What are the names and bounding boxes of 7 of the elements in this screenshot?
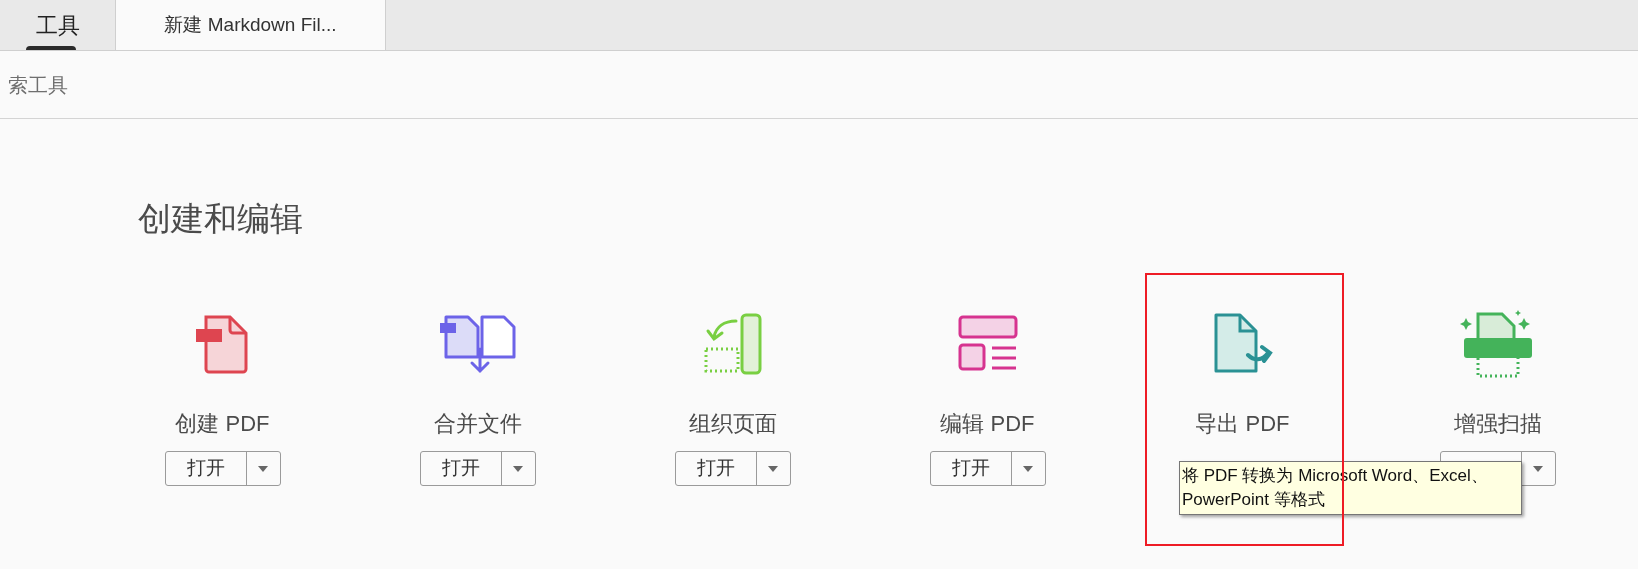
section-title: 创建和编辑 — [138, 199, 304, 239]
tool-label: 增强扫描 — [1453, 410, 1542, 438]
tool-label: 创建 PDF — [175, 410, 270, 438]
tool-label: 组织页面 — [688, 410, 777, 438]
tool-label: 合并文件 — [433, 410, 522, 438]
tool-label: 导出 PDF — [1195, 410, 1290, 438]
tool-label: 编辑 PDF — [940, 410, 1035, 438]
